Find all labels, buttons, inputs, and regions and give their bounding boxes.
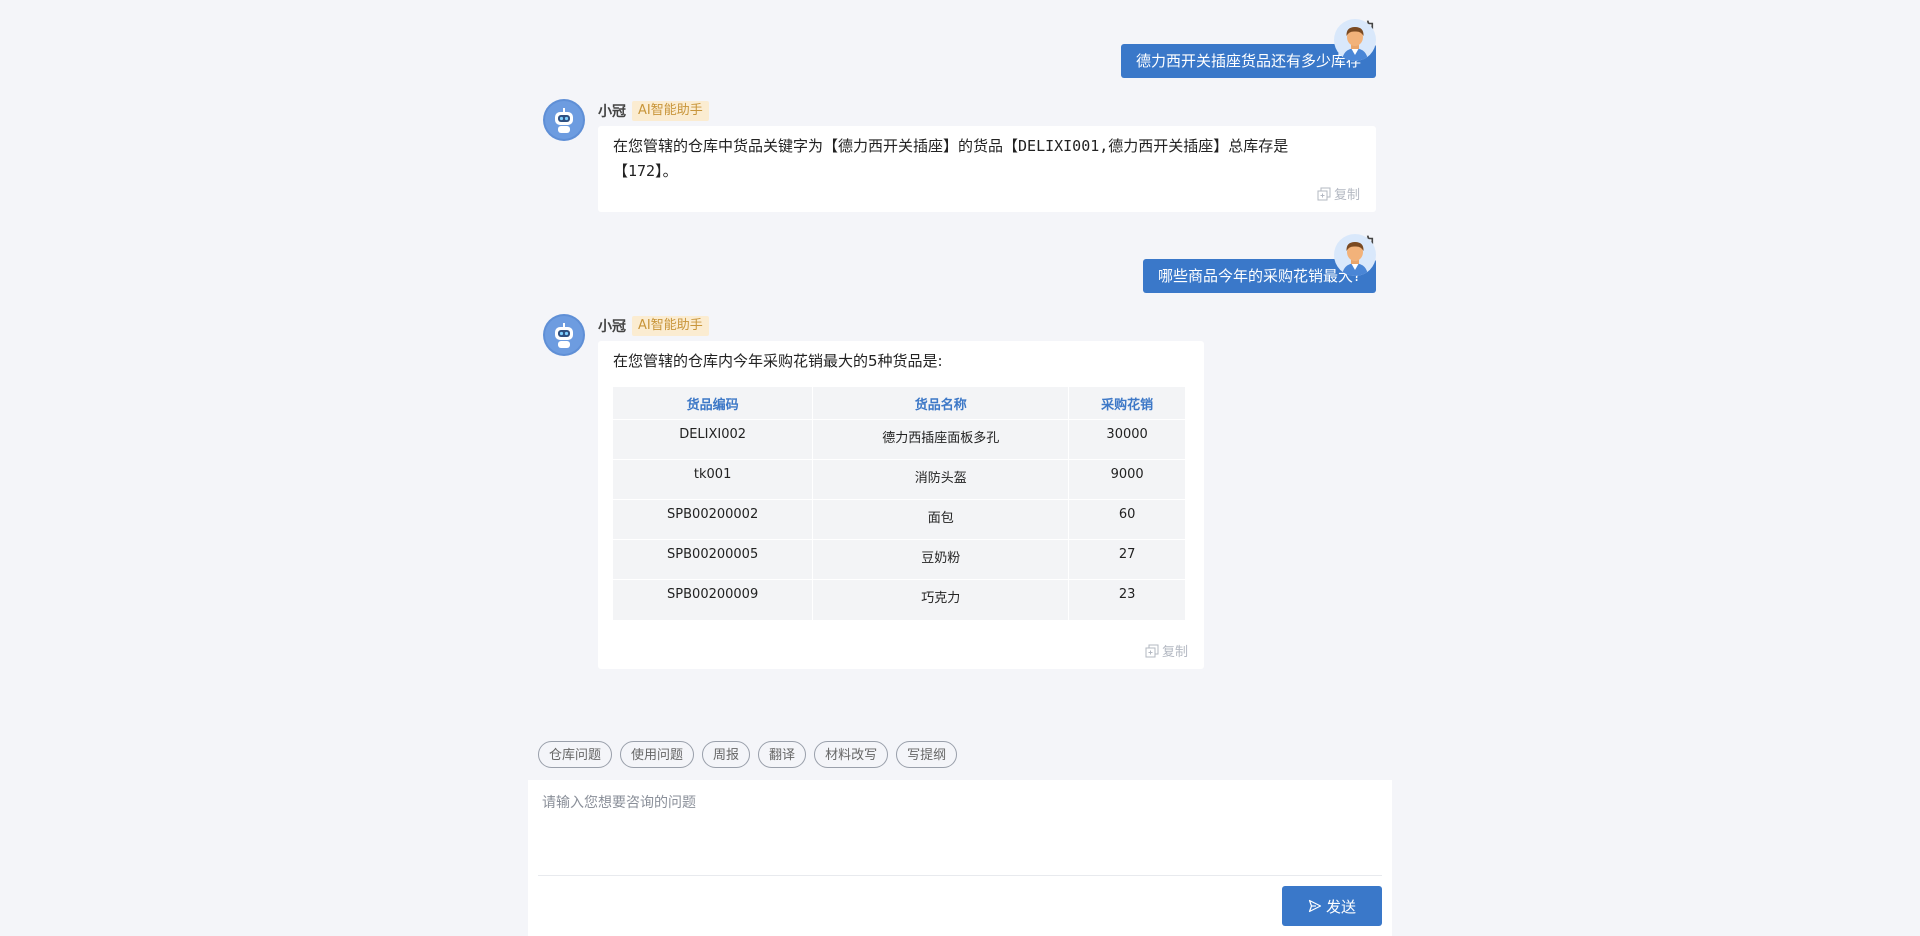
table-header: 采购花销 xyxy=(1101,397,1154,413)
quick-prompts: 仓库问题 使用问题 周报 翻译 材料改写 写提纲 xyxy=(538,741,958,768)
user-message: 用户 德力西开关插座货品还有多少库存 xyxy=(856,18,1376,78)
table-row: SPB00200002 面包 60 xyxy=(613,499,1185,540)
send-label: 发送 xyxy=(1325,897,1356,916)
robot-icon xyxy=(545,316,583,354)
assistant-avatar xyxy=(543,99,585,141)
table-cell: SPB00200002 xyxy=(613,499,814,540)
table-cell: 9000 xyxy=(1068,459,1185,500)
table-header: 货品编码 xyxy=(613,387,814,420)
send-icon xyxy=(1308,899,1322,913)
table-cell: SPB00200009 xyxy=(613,579,814,620)
table-cell: 豆奶粉 xyxy=(812,539,1070,580)
table-row: SPB00200009 巧克力 23 xyxy=(613,579,1185,620)
question-input[interactable] xyxy=(536,786,1388,876)
quick-prompt-chip[interactable]: 使用问题 xyxy=(620,741,695,768)
table-cell: 30000 xyxy=(1068,419,1185,460)
assistant-tag: AI智能助手 xyxy=(632,101,709,121)
quick-prompt-chip[interactable]: 写提纲 xyxy=(896,741,958,768)
copy-button[interactable]: 复制 xyxy=(1145,641,1188,660)
chat-area: 用户 德力西开关插座货品还有多少库存 小冠 AI智能助手 在您管辖的仓库中货品关… xyxy=(0,0,1920,720)
assistant-message-card: 在您管辖的仓库中货品关键字为【德力西开关插座】的货品【DELIXI001,德力西… xyxy=(598,126,1376,212)
table-row: tk001 消防头盔 9000 xyxy=(613,459,1185,500)
table-cell: 面包 xyxy=(812,499,1070,540)
copy-label: 复制 xyxy=(1161,645,1188,660)
table-cell: SPB00200005 xyxy=(613,539,814,580)
table-cell: tk001 xyxy=(613,459,814,500)
send-button[interactable]: 发送 xyxy=(1282,886,1382,926)
table-cell: 消防头盔 xyxy=(812,459,1070,500)
copy-button[interactable]: 复制 xyxy=(1317,184,1360,203)
table-cell: 巧克力 xyxy=(812,579,1070,620)
table-row: SPB00200005 豆奶粉 27 xyxy=(613,539,1185,580)
goods-table: 货品编码 货品名称 采购花销 DELIXI002 德力西插座面板多孔 30000… xyxy=(613,387,1185,620)
assistant-tag: AI智能助手 xyxy=(632,316,709,336)
user-avatar xyxy=(1334,234,1376,276)
copy-icon xyxy=(1145,644,1159,657)
input-panel: 发送 xyxy=(528,780,1392,936)
quick-prompt-chip[interactable]: 仓库问题 xyxy=(538,741,613,768)
assistant-name: 小冠 xyxy=(598,319,626,335)
table-cell: 23 xyxy=(1068,579,1185,620)
quick-prompt-chip[interactable]: 材料改写 xyxy=(814,741,889,768)
assistant-name: 小冠 xyxy=(598,104,626,120)
table-cell: DELIXI002 xyxy=(613,419,814,460)
input-divider xyxy=(538,875,1382,876)
table-cell: 德力西插座面板多孔 xyxy=(812,419,1070,460)
table-cell: 27 xyxy=(1068,539,1185,580)
table-header-row: 货品编码 货品名称 采购花销 xyxy=(613,387,1185,420)
user-avatar xyxy=(1334,19,1376,61)
user-message: 用户 哪些商品今年的采购花销最大? xyxy=(856,233,1376,293)
copy-icon xyxy=(1317,187,1331,200)
table-cell: 60 xyxy=(1068,499,1185,540)
robot-icon xyxy=(545,101,583,139)
assistant-avatar xyxy=(543,314,585,356)
quick-prompt-chip[interactable]: 周报 xyxy=(702,741,751,768)
quick-prompt-chip[interactable]: 翻译 xyxy=(758,741,807,768)
assistant-message-card: 在您管辖的仓库内今年采购花销最大的5种货品是: 货品编码 货品名称 采购花销 D… xyxy=(598,341,1204,669)
table-header: 货品名称 xyxy=(812,387,1070,420)
copy-label: 复制 xyxy=(1333,188,1360,203)
table-row: DELIXI002 德力西插座面板多孔 30000 xyxy=(613,419,1185,460)
assistant-message-text: 在您管辖的仓库中货品关键字为【德力西开关插座】的货品【DELIXI001,德力西… xyxy=(613,137,1289,180)
assistant-message-text: 在您管辖的仓库内今年采购花销最大的5种货品是: xyxy=(613,352,943,370)
